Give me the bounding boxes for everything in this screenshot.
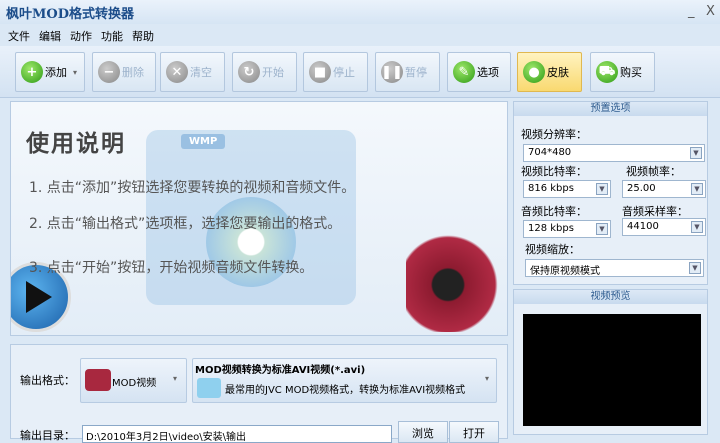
menu-function[interactable]: 功能 <box>101 28 123 43</box>
chevron-down-icon: ▾ <box>485 374 490 383</box>
preset-panel: 预置选项 视频分辨率： 704*480 ▼ 视频比特率： 视频帧率： 816 kb… <box>513 101 708 285</box>
toolbar: + 添加 ▾ − 删除 ✕ 清空 ↻ 开始 ■ 停止 ❚❚ 暂停 ✎ 选项 ● 皮肤 ⛟ 购买 <box>0 46 720 98</box>
audio-bitrate-select[interactable]: 128 kbps ▼ <box>523 220 611 238</box>
preview-panel: 视频预览 <box>513 289 708 435</box>
video-bitrate-label: 视频比特率： <box>521 165 587 178</box>
video-bitrate-select[interactable]: 816 kbps ▼ <box>523 180 611 198</box>
chevron-down-icon: ▼ <box>689 262 701 274</box>
audio-bitrate-value: 128 kbps <box>528 223 574 234</box>
toolbar-button-label: 皮肤 <box>547 66 569 79</box>
video-bitrate-value: 816 kbps <box>528 183 574 194</box>
folder-icon <box>197 378 221 398</box>
apple-icon: ● <box>523 61 545 83</box>
menu-bar: 文件 编辑 动作 功能 帮助 <box>0 24 720 46</box>
toolbar-button-0[interactable]: + 添加 ▾ <box>15 52 85 92</box>
output-profile-select[interactable]: MOD视频转换为标准AVI视频(*.avi) 最常用的JVC MOD视频格式，转… <box>192 358 497 403</box>
title-bar: 枫叶MOD格式转换器 _ X <box>0 0 720 24</box>
guide-step: 1. 点击“添加”按钮选择您要转换的视频和音频文件。 <box>29 180 356 196</box>
stop-icon: ■ <box>309 61 331 83</box>
preset-header: 预置选项 <box>514 102 707 116</box>
toolbar-button-label: 删除 <box>122 66 144 79</box>
framerate-label: 视频帧率： <box>626 165 681 178</box>
toolbar-button-label: 购买 <box>620 66 642 79</box>
output-format-select[interactable]: MOD视频 ▾ <box>80 358 187 403</box>
toolbar-button-3[interactable]: ↻ 开始 <box>232 52 297 92</box>
toolbar-button-2[interactable]: ✕ 清空 <box>160 52 225 92</box>
preview-header: 视频预览 <box>514 290 707 304</box>
chevron-down-icon: ▼ <box>691 221 703 233</box>
audio-bitrate-label: 音频比特率： <box>521 205 587 218</box>
toolbar-button-4[interactable]: ■ 停止 <box>303 52 368 92</box>
menu-help[interactable]: 帮助 <box>132 28 154 43</box>
zoom-label: 视频缩放： <box>525 243 580 256</box>
output-dir-input[interactable]: D:\2010年3月2日\video\安装\输出 <box>82 425 392 443</box>
guide-title: 使用说明 <box>26 131 126 157</box>
guide-step: 2. 点击“输出格式”选项框，选择您要输出的格式。 <box>29 216 342 232</box>
open-button[interactable]: 打开 <box>449 421 499 443</box>
chevron-down-icon: ▼ <box>596 223 608 235</box>
app-title: 枫叶MOD格式转换器 <box>6 7 134 22</box>
framerate-select[interactable]: 25.00 ▼ <box>622 180 706 198</box>
browse-button[interactable]: 浏览 <box>398 421 448 443</box>
menu-action[interactable]: 动作 <box>70 28 92 43</box>
toolbar-button-label: 暂停 <box>405 66 427 79</box>
menu-file[interactable]: 文件 <box>8 28 30 43</box>
toolbar-button-label: 停止 <box>333 66 355 79</box>
minimize-button[interactable]: _ <box>688 4 695 19</box>
guide-step: 3. 点击“开始”按钮，开始视频音频文件转换。 <box>29 260 314 276</box>
toolbar-button-label: 开始 <box>262 66 284 79</box>
pause-icon: ❚❚ <box>381 61 403 83</box>
tools-icon: ✎ <box>453 61 475 83</box>
wmp-label: WMP <box>181 134 226 149</box>
resolution-value: 704*480 <box>528 147 572 158</box>
camcorder-image <box>406 227 507 332</box>
toolbar-button-6[interactable]: ✎ 选项 <box>447 52 511 92</box>
instructions-panel: WMP 使用说明 1. 点击“添加”按钮选择您要转换的视频和音频文件。 2. 点… <box>10 101 508 336</box>
output-dir-label: 输出目录： <box>20 429 75 442</box>
toolbar-button-7[interactable]: ● 皮肤 <box>517 52 582 92</box>
toolbar-button-label: 清空 <box>190 66 212 79</box>
resolution-label: 视频分辨率： <box>521 128 587 141</box>
chevron-down-icon[interactable]: ▾ <box>73 68 77 77</box>
refresh-icon: ↻ <box>238 61 260 83</box>
toolbar-button-8[interactable]: ⛟ 购买 <box>590 52 655 92</box>
output-format-label: 输出格式： <box>20 374 75 387</box>
output-format-value: MOD视频 <box>112 378 157 389</box>
profile-title: MOD视频转换为标准AVI视频(*.avi) <box>195 365 366 376</box>
minus-icon: − <box>98 61 120 83</box>
camcorder-icon <box>85 369 111 391</box>
toolbar-button-label: 添加 <box>45 66 67 79</box>
zoom-value: 保持原视频模式 <box>530 266 600 277</box>
samplerate-value: 44100 <box>627 221 659 232</box>
toolbar-button-1[interactable]: − 删除 <box>92 52 156 92</box>
zoom-select[interactable]: 保持原视频模式 ▼ <box>525 259 704 277</box>
chevron-down-icon: ▼ <box>691 183 703 195</box>
profile-description: 最常用的JVC MOD视频格式，转换为标准AVI视频格式 <box>225 385 466 396</box>
clear-icon: ✕ <box>166 61 188 83</box>
samplerate-label: 音频采样率： <box>622 205 688 218</box>
chevron-down-icon: ▼ <box>596 183 608 195</box>
toolbar-button-label: 选项 <box>477 66 499 79</box>
chevron-down-icon: ▼ <box>690 147 702 159</box>
framerate-value: 25.00 <box>627 183 656 194</box>
video-preview-screen <box>523 314 701 426</box>
plus-icon: + <box>21 61 43 83</box>
samplerate-select[interactable]: 44100 ▼ <box>622 218 706 236</box>
toolbar-button-5[interactable]: ❚❚ 暂停 <box>375 52 440 92</box>
chevron-down-icon: ▾ <box>173 374 178 383</box>
cart-icon: ⛟ <box>596 61 618 83</box>
resolution-select[interactable]: 704*480 ▼ <box>523 144 705 162</box>
menu-edit[interactable]: 编辑 <box>39 28 61 43</box>
close-button[interactable]: X <box>706 4 715 19</box>
